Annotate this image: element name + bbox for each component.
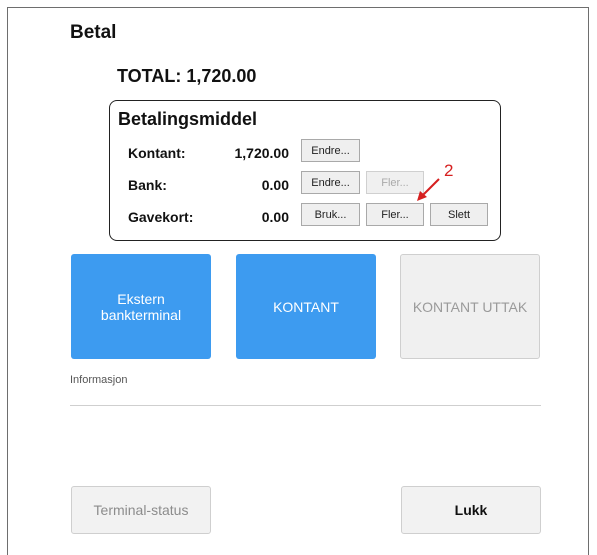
bank-endre-button[interactable]: Endre... <box>301 171 360 194</box>
row-amount-bank: 0.00 <box>261 177 289 193</box>
row-label-bank: Bank: <box>128 177 167 193</box>
ekstern-bankterminal-button[interactable]: Ekstern bankterminal <box>71 254 211 359</box>
dialog-title: Betal <box>70 22 117 43</box>
kontant-button[interactable]: KONTANT <box>236 254 376 359</box>
ekstern-line-1: Ekstern <box>117 290 165 307</box>
gavekort-fler-button[interactable]: Fler... <box>366 203 424 226</box>
kontant-endre-button[interactable]: Endre... <box>301 139 360 162</box>
divider <box>70 405 541 406</box>
terminal-status-button: Terminal-status <box>71 486 211 534</box>
information-label: Informasjon <box>70 374 128 386</box>
row-amount-gavekort: 0.00 <box>261 209 289 225</box>
gavekort-bruk-button[interactable]: Bruk... <box>301 203 360 226</box>
row-label-gavekort: Gavekort: <box>128 209 194 225</box>
ekstern-line-2: bankterminal <box>100 306 182 323</box>
gavekort-slett-button[interactable]: Slett <box>430 203 488 226</box>
annotation-number: 2 <box>444 161 454 180</box>
total-amount: TOTAL: 1,720.00 <box>117 66 257 86</box>
annotation-arrow-icon <box>417 178 440 201</box>
row-label-kontant: Kontant: <box>128 145 186 161</box>
row-amount-kontant: 1,720.00 <box>234 145 290 161</box>
close-button[interactable]: Lukk <box>401 486 541 534</box>
kontant-uttak-button: KONTANT UTTAK <box>400 254 540 359</box>
payment-methods-title: Betalingsmiddel <box>118 109 258 129</box>
